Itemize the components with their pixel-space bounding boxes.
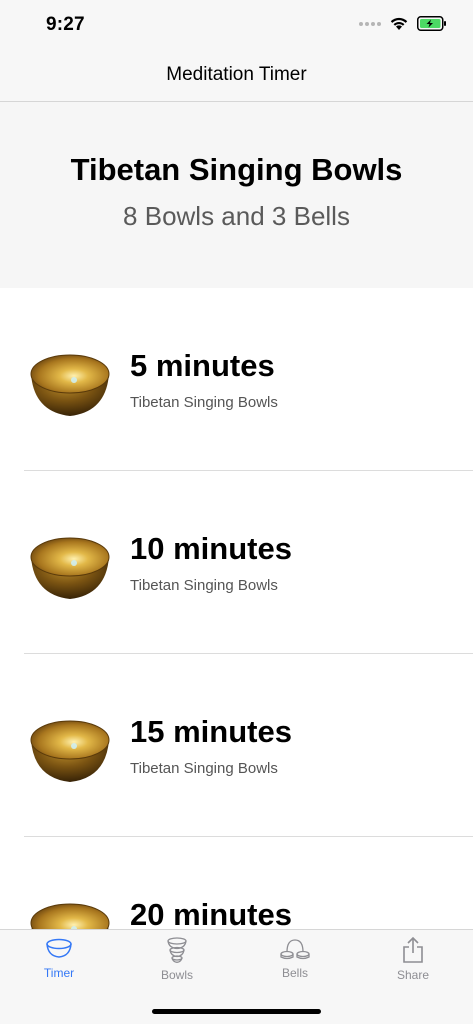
singing-bowl-image [30, 354, 110, 416]
item-subtitle: Tibetan Singing Bowls [130, 394, 278, 411]
singing-bowl-image [30, 537, 110, 599]
item-title: 10 minutes [130, 531, 292, 566]
list-item[interactable]: 15 minutes Tibetan Singing Bowls [0, 654, 473, 837]
bells-icon [280, 939, 310, 960]
wifi-icon [390, 17, 408, 30]
item-subtitle: Tibetan Singing Bowls [130, 577, 278, 594]
bowl-icon [46, 938, 72, 958]
timer-list: 5 minutes Tibetan Singing Bowls 10 minut… [0, 288, 473, 929]
battery-charging-icon [417, 16, 446, 31]
tab-share[interactable]: Share [354, 936, 472, 994]
share-icon [403, 936, 423, 963]
stacked-bowls-icon [167, 937, 187, 963]
item-subtitle: Tibetan Singing Bowls [130, 760, 278, 777]
singing-bowl-image [30, 720, 110, 782]
collection-header: Tibetan Singing Bowls 8 Bowls and 3 Bell… [0, 102, 473, 288]
navigation-bar: Meditation Timer [0, 50, 473, 102]
tab-bar: Timer Bowls Bells Share [0, 929, 473, 1024]
list-item[interactable]: 20 minutes [0, 837, 473, 929]
status-indicators [359, 16, 447, 31]
tab-label: Bells [281, 966, 308, 980]
nav-title: Meditation Timer [166, 64, 307, 85]
tab-bowls[interactable]: Bowls [118, 936, 236, 994]
tab-timer[interactable]: Timer [0, 936, 118, 994]
status-bar: 9:27 [0, 0, 473, 50]
item-title: 5 minutes [130, 348, 275, 383]
cellular-signal-icon [359, 21, 381, 26]
header-subtitle: 8 Bowls and 3 Bells [123, 201, 350, 231]
header-title: Tibetan Singing Bowls [70, 152, 403, 187]
tab-label: Bowls [160, 968, 193, 982]
item-title: 15 minutes [130, 714, 292, 749]
tab-label: Timer [43, 966, 75, 980]
singing-bowl-image [30, 903, 110, 929]
item-title: 20 minutes [130, 897, 292, 929]
list-item[interactable]: 10 minutes Tibetan Singing Bowls [0, 471, 473, 654]
tab-label: Share [396, 968, 430, 982]
status-time: 9:27 [46, 14, 85, 35]
list-item[interactable]: 5 minutes Tibetan Singing Bowls [0, 288, 473, 471]
home-indicator[interactable] [152, 1009, 321, 1014]
tab-bells[interactable]: Bells [236, 936, 354, 994]
